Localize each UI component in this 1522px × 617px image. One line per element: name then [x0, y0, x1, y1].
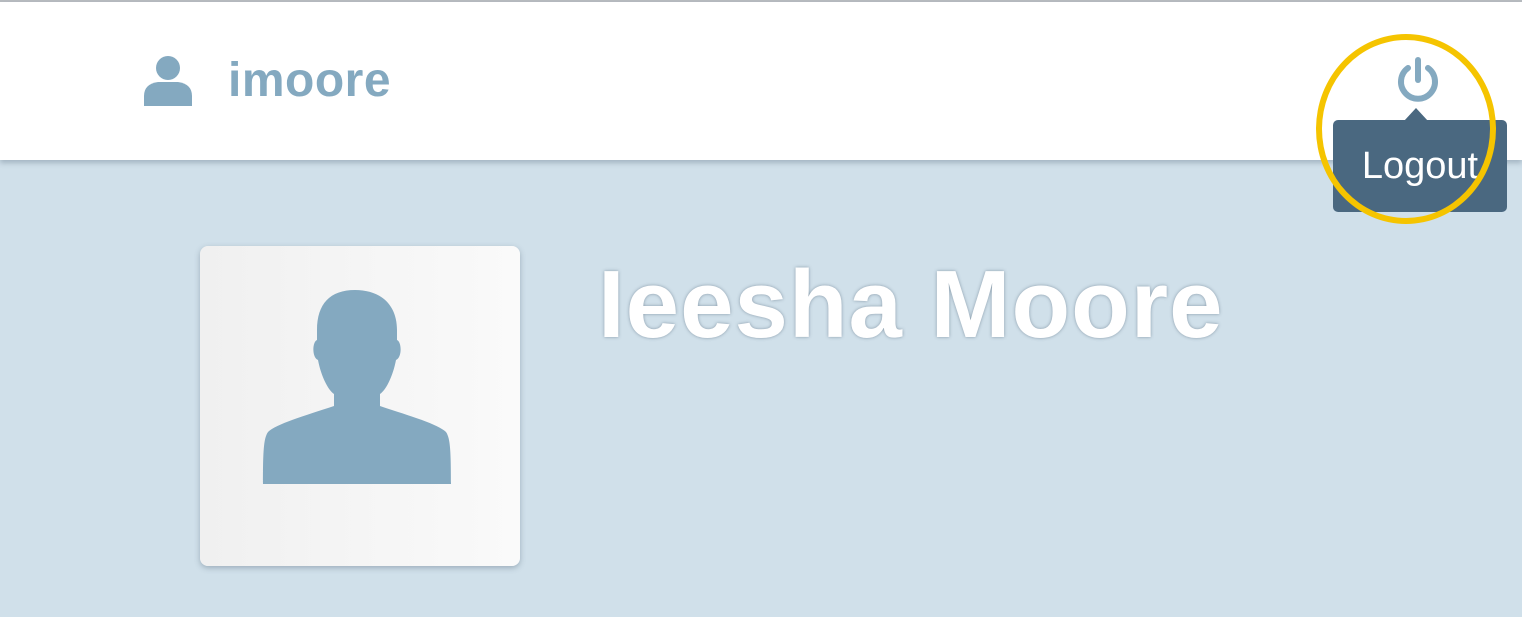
user-menu[interactable]: imoore: [140, 50, 391, 110]
avatar-placeholder-icon: [263, 290, 451, 484]
avatar: [200, 246, 520, 566]
app-window: imoore Logout Ieesha Moore: [0, 0, 1522, 617]
username-label[interactable]: imoore: [228, 53, 391, 108]
profile-full-name: Ieesha Moore: [598, 251, 1224, 358]
highlight-annotation: [1316, 34, 1496, 224]
top-header: imoore: [0, 2, 1522, 160]
person-icon: [140, 52, 196, 108]
